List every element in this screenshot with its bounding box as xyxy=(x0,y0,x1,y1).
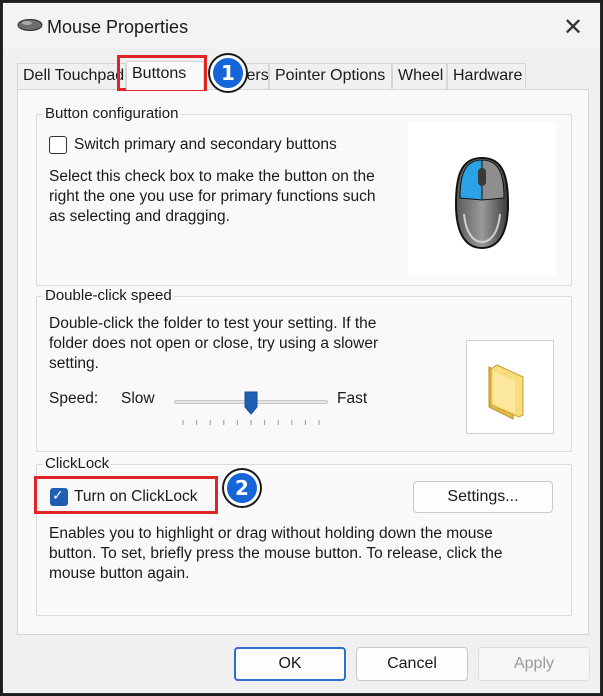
close-icon: ✕ xyxy=(562,13,584,41)
step-badge-1: 1 xyxy=(210,55,246,91)
double-click-description-line-2: folder does not open or close, try using… xyxy=(49,335,379,352)
button-configuration-heading: Button configuration xyxy=(43,105,181,122)
window-title: Mouse Properties xyxy=(47,17,189,37)
step-badge-2: 2 xyxy=(224,470,260,506)
apply-button[interactable]: Apply xyxy=(478,647,590,681)
double-click-description-line-1: Double-click the folder to test your set… xyxy=(49,315,377,332)
clicklock-description-line-2: button. To set, briefly press the mouse … xyxy=(49,545,503,562)
clicklock-description-line-3: mouse button again. xyxy=(49,565,190,582)
speed-label: Speed: xyxy=(49,390,99,407)
close-button[interactable]: ✕ xyxy=(549,7,597,47)
switch-buttons-label: Switch primary and secondary buttons xyxy=(74,136,337,153)
test-folder[interactable] xyxy=(466,340,554,434)
tab-wheel[interactable]: Wheel xyxy=(392,63,447,89)
double-click-speed-heading: Double-click speed xyxy=(43,287,174,304)
cancel-button[interactable]: Cancel xyxy=(356,647,468,681)
tab-buttons[interactable]: Buttons xyxy=(126,61,204,90)
title-bar: Mouse Properties ✕ xyxy=(3,3,600,49)
speed-slider-ticks xyxy=(182,420,320,425)
double-click-description-line-3: setting. xyxy=(49,355,99,372)
fast-label: Fast xyxy=(337,390,368,407)
tab-pointer-options[interactable]: Pointer Options xyxy=(269,63,392,89)
ok-button[interactable]: OK xyxy=(234,647,346,681)
button-config-description-line-1: Select this check box to make the button… xyxy=(49,168,375,185)
switch-buttons-checkbox[interactable] xyxy=(49,136,67,154)
slow-label: Slow xyxy=(121,390,155,407)
clicklock-settings-button[interactable]: Settings... xyxy=(413,481,553,513)
mouse-illustration-icon xyxy=(454,156,510,250)
tab-hardware[interactable]: Hardware xyxy=(447,63,526,89)
clicklock-highlight xyxy=(34,476,218,514)
mouse-app-icon xyxy=(17,19,43,31)
speed-slider-thumb[interactable] xyxy=(244,391,258,415)
button-config-description-line-2: right the one you use for primary functi… xyxy=(49,188,376,205)
folder-icon xyxy=(488,364,524,420)
clicklock-heading: ClickLock xyxy=(43,455,112,472)
button-config-description-line-3: as selecting and dragging. xyxy=(49,208,230,225)
tab-dell-touchpad[interactable]: Dell Touchpad xyxy=(17,63,126,89)
mouse-preview xyxy=(408,122,556,276)
mouse-properties-window: Mouse Properties ✕ Dell Touchpad Buttons… xyxy=(2,2,601,694)
clicklock-description-line-1: Enables you to highlight or drag without… xyxy=(49,525,493,542)
tab-panel-buttons: Button configuration Switch primary and … xyxy=(17,89,589,635)
